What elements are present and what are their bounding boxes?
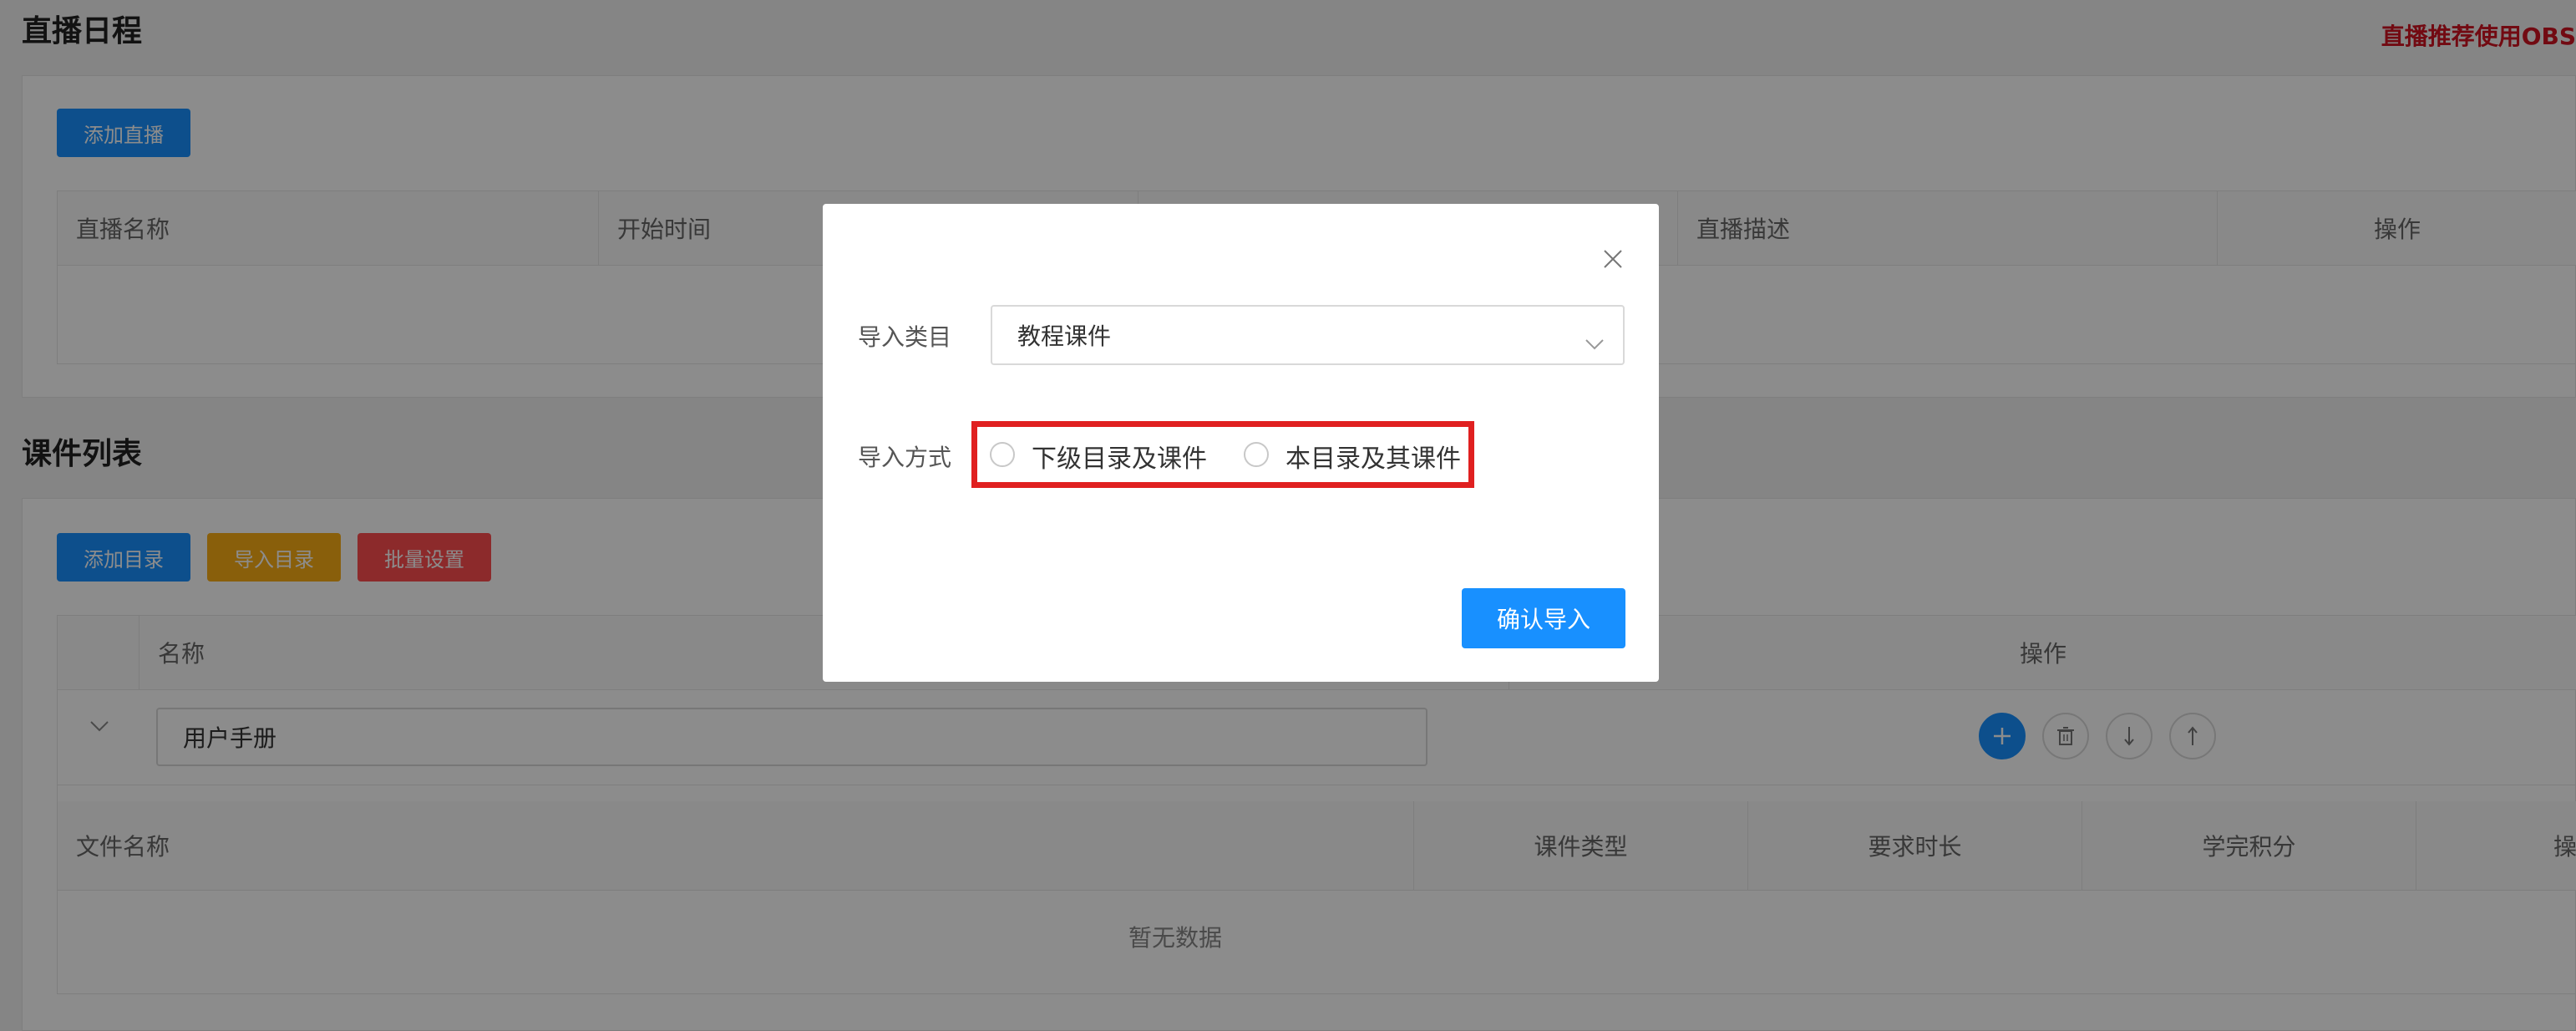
close-icon[interactable] (1595, 241, 1631, 277)
method-label: 导入方式 (858, 444, 952, 471)
category-value: 教程课件 (1017, 323, 1112, 350)
import-modal: 导入类目 教程课件 导入方式 下级目录及课件 本目录及其课件 确认导入 (823, 204, 1659, 682)
chevron-down-icon (1585, 328, 1605, 356)
category-select[interactable]: 教程课件 (991, 305, 1625, 365)
confirm-import-button[interactable]: 确认导入 (1462, 588, 1625, 648)
radio-subdirectory-label[interactable]: 下级目录及课件 (1032, 438, 1207, 475)
category-label: 导入类目 (858, 323, 952, 351)
radio-current-directory-label[interactable]: 本目录及其课件 (1285, 438, 1461, 475)
radio-current-directory[interactable] (1244, 442, 1269, 467)
radio-subdirectory[interactable] (990, 442, 1015, 467)
